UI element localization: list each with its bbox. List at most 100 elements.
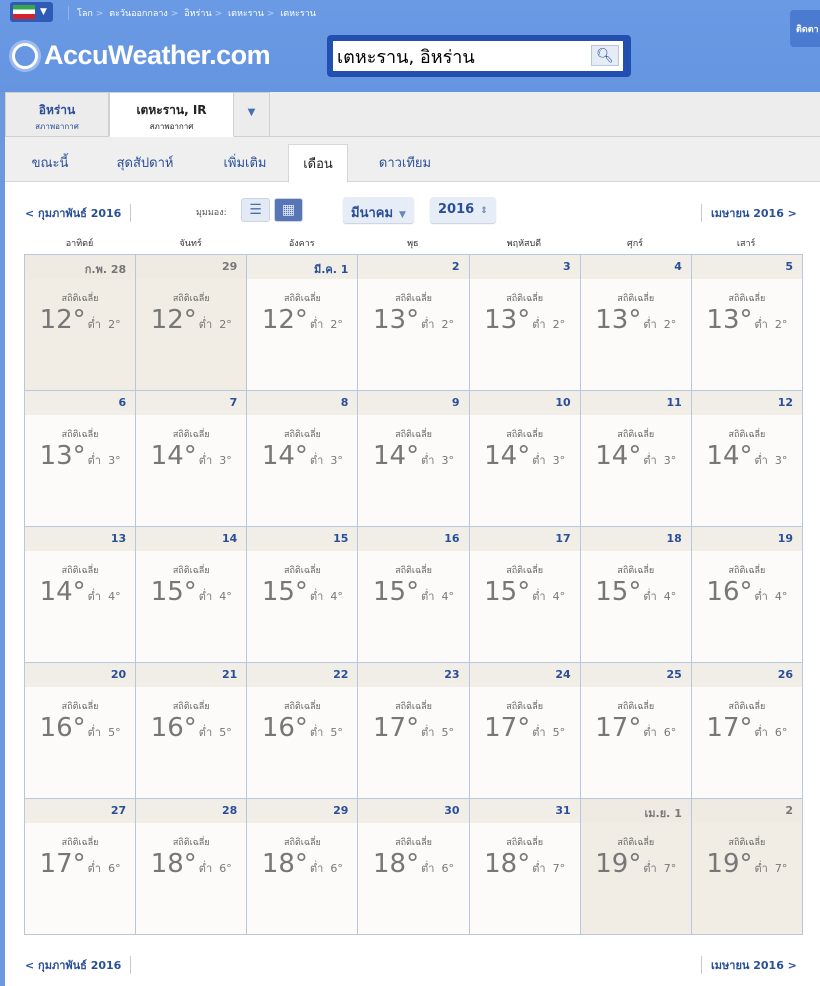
low-label: ต่ำ bbox=[309, 454, 324, 467]
temperature: 13° ต่ำ 2° bbox=[581, 305, 691, 335]
average-label: สถิติเฉลี่ย bbox=[61, 294, 99, 304]
day-cell[interactable]: 15 สถิติเฉลี่ย 15° ต่ำ 4° bbox=[247, 527, 359, 663]
day-number: 27 bbox=[25, 799, 136, 823]
day-cell[interactable]: 21 สถิติเฉลี่ย 16° ต่ำ 5° bbox=[136, 663, 248, 799]
day-cell[interactable]: 22 สถิติเฉลี่ย 16° ต่ำ 5° bbox=[247, 663, 359, 799]
temperature: 13° ต่ำ 2° bbox=[470, 305, 580, 335]
day-cell[interactable]: 31 สถิติเฉลี่ย 18° ต่ำ 7° bbox=[469, 799, 581, 935]
day-cell[interactable]: 9 สถิติเฉลี่ย 14° ต่ำ 3° bbox=[358, 391, 470, 527]
sun-icon bbox=[12, 42, 38, 69]
day-cell[interactable]: 23 สถิติเฉลี่ย 17° ต่ำ 5° bbox=[358, 663, 470, 799]
day-cell[interactable]: ก.พ. 28 สถิติเฉลี่ย 12° ต่ำ 2° bbox=[25, 255, 137, 391]
high-temp: 18° bbox=[372, 849, 420, 879]
calendar-grid: ก.พ. 28 สถิติเฉลี่ย 12° ต่ำ 2° 29 สถิติเฉล… bbox=[24, 254, 803, 935]
high-temp: 14° bbox=[706, 441, 753, 471]
day-cell[interactable]: 2 สถิติเฉลี่ย 19° ต่ำ 7° bbox=[691, 799, 803, 935]
day-cell[interactable]: 6 สถิติเฉลี่ย 13° ต่ำ 3° bbox=[25, 391, 137, 527]
day-number: 20 bbox=[25, 663, 136, 687]
day-cell[interactable]: 8 สถิติเฉลี่ย 14° ต่ำ 3° bbox=[247, 391, 359, 527]
temperature: 14° ต่ำ 3° bbox=[470, 441, 580, 471]
breadcrumb-tehran-province[interactable]: เตหะราน bbox=[228, 9, 264, 19]
day-cell[interactable]: 11 สถิติเฉลี่ย 14° ต่ำ 3° bbox=[580, 391, 692, 527]
day-number: 24 bbox=[469, 663, 580, 687]
location-tab-tehran[interactable]: เตหะราน, IR สภาพอากาศ bbox=[109, 92, 234, 137]
average-label: สถิติเฉลี่ย bbox=[172, 702, 210, 712]
breadcrumb-middle-east[interactable]: ตะวันออกกลาง bbox=[109, 9, 168, 19]
low-temp: 2° bbox=[330, 318, 343, 331]
low-label: ต่ำ bbox=[87, 862, 101, 875]
tab-extended[interactable]: เพิ่มเติม bbox=[205, 144, 285, 182]
day-cell[interactable]: 26 สถิติเฉลี่ย 17° ต่ำ 6° bbox=[691, 663, 803, 799]
low-temp: 2° bbox=[219, 318, 232, 331]
average-label: สถิติเฉลี่ย bbox=[728, 430, 766, 440]
day-number: 10 bbox=[469, 391, 580, 415]
search-button[interactable]: 🔍︎ bbox=[591, 45, 619, 66]
day-cell[interactable]: 24 สถิติเฉลี่ย 17° ต่ำ 5° bbox=[469, 663, 581, 799]
day-cell[interactable]: 28 สถิติเฉลี่ย 18° ต่ำ 6° bbox=[136, 799, 248, 935]
next-month-link-bottom[interactable]: เมษายน 2016 > bbox=[701, 956, 797, 974]
day-number: 7 bbox=[136, 391, 247, 415]
low-temp: 5° bbox=[330, 726, 343, 739]
prev-month-link-bottom[interactable]: < กุมภาพันธ์ 2016 bbox=[25, 956, 132, 974]
low-temp: 3° bbox=[774, 454, 788, 467]
location-dropdown-button[interactable]: ▼ bbox=[234, 92, 270, 137]
breadcrumb-iran[interactable]: อิหร่าน bbox=[184, 9, 211, 19]
day-cell[interactable]: 18 สถิติเฉลี่ย 15° ต่ำ 4° bbox=[580, 527, 692, 663]
year-select[interactable]: 2016 ⇕ bbox=[430, 197, 496, 223]
tab-month[interactable]: เดือน bbox=[288, 144, 348, 183]
month-select[interactable]: มีนาคม ▼ bbox=[343, 197, 414, 223]
day-cell[interactable]: 7 สถิติเฉลี่ย 14° ต่ำ 3° bbox=[136, 391, 248, 527]
day-cell[interactable]: 14 สถิติเฉลี่ย 15° ต่ำ 4° bbox=[136, 527, 248, 663]
tab-satellite[interactable]: ดาวเทียม bbox=[365, 144, 445, 182]
day-cell[interactable]: 27 สถิติเฉลี่ย 17° ต่ำ 6° bbox=[25, 799, 137, 935]
day-number: 19 bbox=[691, 527, 802, 551]
low-label: ต่ำ bbox=[421, 862, 435, 875]
tab-weekend[interactable]: สุดสัปดาห์ bbox=[95, 144, 195, 182]
prev-month-link[interactable]: < กุมภาพันธ์ 2016 bbox=[25, 204, 132, 222]
day-cell[interactable]: 10 สถิติเฉลี่ย 14° ต่ำ 3° bbox=[469, 391, 581, 527]
day-number: เม.ย. 1 bbox=[580, 799, 691, 823]
tab-now[interactable]: ขณะนี้ bbox=[15, 144, 85, 182]
day-cell[interactable]: เม.ย. 1 สถิติเฉลี่ย 19° ต่ำ 7° bbox=[580, 799, 692, 935]
day-number: 29 bbox=[247, 799, 358, 823]
day-cell[interactable]: 29 สถิติเฉลี่ย 18° ต่ำ 6° bbox=[247, 799, 359, 935]
day-cell[interactable]: 30 สถิติเฉลี่ย 18° ต่ำ 6° bbox=[358, 799, 470, 935]
calendar-view-button[interactable]: ▦ bbox=[274, 198, 303, 222]
search-input[interactable] bbox=[333, 41, 623, 71]
day-cell[interactable]: 5 สถิติเฉลี่ย 13° ต่ำ 2° bbox=[691, 255, 803, 391]
day-cell[interactable]: 12 สถิติเฉลี่ย 14° ต่ำ 3° bbox=[691, 391, 803, 527]
average-label: สถิติเฉลี่ย bbox=[283, 430, 321, 440]
day-cell[interactable]: มี.ค. 1 สถิติเฉลี่ย 12° ต่ำ 2° bbox=[247, 255, 359, 391]
day-cell[interactable]: 19 สถิติเฉลี่ย 16° ต่ำ 4° bbox=[691, 527, 803, 663]
day-number: 4 bbox=[580, 255, 691, 279]
day-cell[interactable]: 16 สถิติเฉลี่ย 15° ต่ำ 4° bbox=[358, 527, 470, 663]
high-temp: 14° bbox=[595, 441, 642, 471]
low-label: ต่ำ bbox=[309, 726, 324, 739]
day-cell[interactable]: 2 สถิติเฉลี่ย 13° ต่ำ 2° bbox=[358, 255, 470, 391]
day-cell[interactable]: 20 สถิติเฉลี่ย 16° ต่ำ 5° bbox=[25, 663, 137, 799]
follow-button[interactable]: ติดตา bbox=[790, 10, 820, 47]
country-selector[interactable]: ▼ bbox=[10, 2, 53, 22]
day-cell[interactable]: 29 สถิติเฉลี่ย 12° ต่ำ 2° bbox=[136, 255, 248, 391]
day-cell[interactable]: 13 สถิติเฉลี่ย 14° ต่ำ 4° bbox=[25, 527, 137, 663]
day-cell[interactable]: 17 สถิติเฉลี่ย 15° ต่ำ 4° bbox=[469, 527, 581, 663]
day-cell[interactable]: 25 สถิติเฉลี่ย 17° ต่ำ 6° bbox=[580, 663, 692, 799]
location-tab-iran[interactable]: อิหร่าน สภาพอากาศ bbox=[5, 92, 109, 137]
day-number: ก.พ. 28 bbox=[25, 255, 136, 279]
temperature: 15° ต่ำ 4° bbox=[470, 577, 580, 607]
breadcrumb-world[interactable]: โลก bbox=[77, 9, 93, 19]
accuweather-logo[interactable]: AccuWeather.com bbox=[12, 40, 271, 71]
low-temp: 3° bbox=[108, 454, 121, 467]
low-temp: 3° bbox=[441, 454, 455, 467]
low-temp: 7° bbox=[663, 862, 677, 875]
low-label: ต่ำ bbox=[309, 590, 324, 603]
next-month-link[interactable]: เมษายน 2016 > bbox=[701, 204, 797, 222]
low-temp: 5° bbox=[219, 726, 232, 739]
average-label: สถิติเฉลี่ย bbox=[172, 838, 210, 848]
day-cell[interactable]: 4 สถิติเฉลี่ย 13° ต่ำ 2° bbox=[580, 255, 692, 391]
low-temp: 2° bbox=[108, 318, 121, 331]
year-value: 2016 bbox=[438, 202, 475, 217]
day-cell[interactable]: 3 สถิติเฉลี่ย 13° ต่ำ 2° bbox=[469, 255, 581, 391]
breadcrumb-tehran[interactable]: เตหะราน bbox=[280, 9, 316, 19]
list-view-button[interactable]: ☰ bbox=[241, 198, 270, 222]
